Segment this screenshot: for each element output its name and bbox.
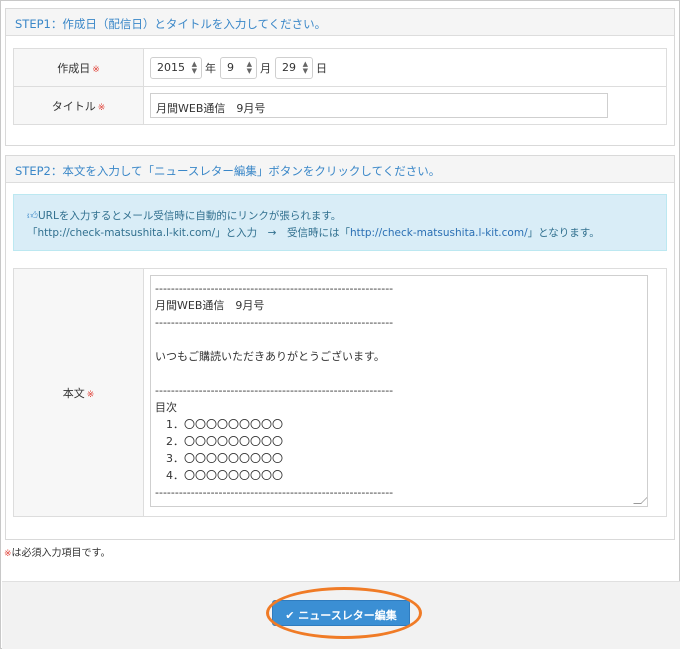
month-unit: 月 bbox=[260, 61, 271, 75]
body-label: 本文 bbox=[62, 386, 85, 400]
select-arrows-icon: ▲ ▼ bbox=[191, 59, 197, 75]
info-line-1: 👍︎URLを入力するとメール受信時に自動的にリンクが張られます。 bbox=[27, 208, 666, 225]
check-icon: ✔ bbox=[285, 609, 295, 622]
footer-bar: ✔ ニュースレター編集 bbox=[2, 581, 680, 649]
info-text-2a: 「http://check-matsushita.l-kit.com/」と入力 … bbox=[27, 227, 350, 239]
resize-handle-icon[interactable] bbox=[633, 496, 647, 504]
required-note-text: は必須入力項目です。 bbox=[11, 548, 111, 559]
year-unit: 年 bbox=[205, 61, 216, 75]
title-input[interactable]: 月間WEB通信 9月号 bbox=[150, 93, 608, 118]
step1-form-table: 作成日 ※ 2015 ▲ ▼ 年 9 ▲ ▼ 月 29 ▲ ▼ 日 タイトル ※… bbox=[13, 48, 667, 125]
body-field-cell: ----------------------------------------… bbox=[143, 268, 667, 517]
step2-panel: STEP2：本文を入力して「ニュースレター編集」ボタンをクリックしてください。 … bbox=[5, 155, 675, 540]
select-arrows-icon: ▲ ▼ bbox=[302, 59, 308, 75]
info-example-link: http://check-matsushita.l-kit.com/ bbox=[349, 227, 528, 239]
newsletter-edit-button[interactable]: ✔ ニュースレター編集 bbox=[272, 600, 410, 626]
info-line-2: 「http://check-matsushita.l-kit.com/」と入力 … bbox=[27, 225, 666, 242]
date-field-cell: 2015 ▲ ▼ 年 9 ▲ ▼ 月 29 ▲ ▼ 日 bbox=[143, 48, 667, 87]
step1-panel: STEP1：作成日（配信日）とタイトルを入力してください。 作成日 ※ 2015 … bbox=[5, 8, 675, 146]
title-label-cell: タイトル ※ bbox=[13, 86, 144, 125]
day-unit: 日 bbox=[316, 61, 327, 75]
newsletter-edit-label: ニュースレター編集 bbox=[298, 609, 397, 622]
required-note: ※は必須入力項目です。 bbox=[4, 544, 111, 559]
select-arrows-icon: ▲ ▼ bbox=[246, 59, 252, 75]
day-select[interactable]: 29 ▲ ▼ bbox=[275, 56, 313, 79]
date-label: 作成日 bbox=[57, 61, 91, 75]
required-mark: ※ bbox=[86, 389, 95, 400]
year-select[interactable]: 2015 ▲ ▼ bbox=[150, 56, 202, 79]
required-mark: ※ bbox=[92, 64, 100, 75]
step2-heading: STEP2：本文を入力して「ニュースレター編集」ボタンをクリックしてください。 bbox=[6, 156, 674, 183]
date-label-cell: 作成日 ※ bbox=[13, 48, 144, 87]
month-value: 9 bbox=[227, 60, 234, 74]
body-text: ----------------------------------------… bbox=[155, 282, 394, 499]
info-text-2b: 」となります。 bbox=[527, 227, 600, 239]
day-value: 29 bbox=[282, 60, 296, 74]
info-text-1: URLを入力するとメール受信時に自動的にリンクが張られます。 bbox=[37, 210, 342, 222]
required-mark: ※ bbox=[97, 102, 106, 113]
title-field-cell: 月間WEB通信 9月号 bbox=[143, 86, 667, 125]
url-info-box: 👍︎URLを入力するとメール受信時に自動的にリンクが張られます。 「http:/… bbox=[13, 194, 667, 251]
step2-form-table: 本文 ※ ------------------------------------… bbox=[13, 268, 667, 517]
required-mark: ※ bbox=[4, 549, 12, 559]
page-frame: STEP1：作成日（配信日）とタイトルを入力してください。 作成日 ※ 2015 … bbox=[0, 0, 680, 649]
month-select[interactable]: 9 ▲ ▼ bbox=[220, 56, 257, 79]
thumbs-up-icon: 👍︎ bbox=[27, 210, 38, 222]
step1-heading: STEP1：作成日（配信日）とタイトルを入力してください。 bbox=[6, 9, 674, 36]
year-value: 2015 bbox=[157, 60, 185, 74]
title-label: タイトル bbox=[51, 99, 96, 113]
body-textarea[interactable]: ----------------------------------------… bbox=[150, 275, 648, 507]
body-label-cell: 本文 ※ bbox=[13, 268, 144, 517]
